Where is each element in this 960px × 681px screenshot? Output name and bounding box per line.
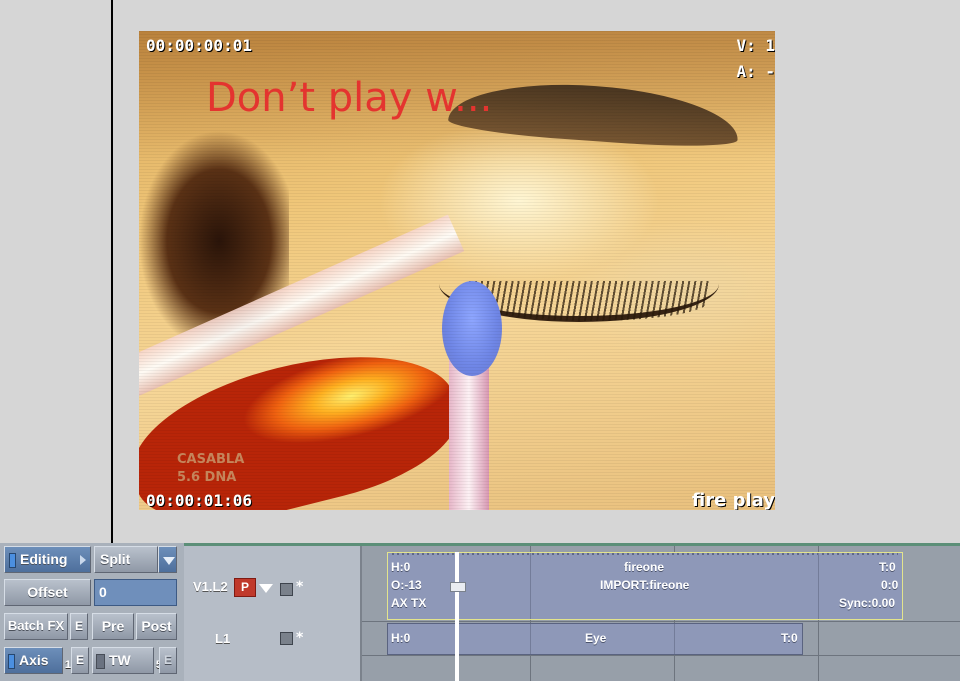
clip-divider — [674, 624, 675, 654]
offset-button[interactable]: Offset — [4, 579, 91, 606]
axis-led-icon — [8, 653, 15, 669]
clip-source: IMPORT:fireone — [600, 578, 690, 592]
video-viewer[interactable]: CASABLA 5.6 DNA Don’t play w... 00:00:00… — [139, 31, 775, 510]
timewarp-label: TW — [109, 652, 131, 668]
video-track-label[interactable]: V1.L2 — [193, 579, 228, 594]
batch-fx-label: Batch FX — [7, 618, 65, 633]
split-mode-select[interactable]: Split — [94, 546, 158, 573]
timewarp-button[interactable]: TW 5 — [92, 647, 162, 674]
timecode-bottom: 00:00:01:06 — [146, 491, 252, 510]
background-logo-line1: CASABLA — [177, 452, 245, 467]
post-button[interactable]: Post — [136, 613, 177, 640]
offset-label: Offset — [27, 584, 68, 600]
timecode-top: 00:00:00:01 — [146, 36, 252, 55]
playhead[interactable] — [455, 552, 459, 681]
chevron-right-icon — [80, 555, 86, 565]
split-label: Split — [100, 551, 131, 567]
timewarp-edit-button[interactable]: E — [159, 647, 177, 674]
clip-sync: Sync:0.00 — [839, 596, 896, 610]
editing-led-icon — [9, 552, 16, 568]
axis-label: Axis — [19, 652, 49, 668]
clip-divider — [530, 553, 531, 619]
batch-fx-edit-button[interactable]: E — [70, 613, 88, 640]
video-track-indicator: V: 1 — [736, 36, 775, 55]
offset-field[interactable]: 0 — [94, 579, 177, 606]
editing-menu-button[interactable]: Editing — [4, 546, 91, 573]
video-track-star: * — [296, 579, 304, 595]
batch-fx-button[interactable]: Batch FX — [4, 613, 68, 640]
pre-label: Pre — [101, 618, 125, 634]
video-track-toggle[interactable] — [280, 583, 293, 596]
clip-offset: O:-13 — [391, 578, 422, 592]
clip-tail-offset: 0:0 — [881, 578, 899, 592]
e-label: E — [74, 619, 83, 633]
post-label: Post — [141, 618, 172, 634]
audio-track-toggle[interactable] — [280, 632, 293, 645]
split-dropdown-button[interactable] — [158, 546, 177, 573]
background-logo-line2: 5.6 DNA — [177, 470, 237, 485]
track-header-area — [184, 546, 362, 681]
track-separator — [362, 621, 960, 622]
audio-clip-head: H:0 — [391, 631, 411, 645]
playhead-handle[interactable] — [450, 582, 466, 592]
audio-track-star: * — [296, 630, 304, 646]
axis-edit-button[interactable]: E — [71, 647, 89, 674]
audio-clip-name: Eye — [585, 631, 607, 645]
track-expand-icon[interactable] — [259, 584, 273, 593]
editing-label: Editing — [20, 551, 68, 567]
axis-button[interactable]: Axis 1 — [4, 647, 71, 674]
clip-head: H:0 — [391, 560, 411, 574]
callout-arrow-line — [111, 0, 113, 592]
background-logo: CASABLA 5.6 DNA — [177, 451, 244, 487]
clip-transition: AX TX — [391, 596, 427, 610]
e-label: E — [75, 653, 84, 667]
clip-divider — [818, 553, 819, 619]
audio-track-label[interactable]: L1 — [215, 631, 230, 646]
audio-track-indicator: A: - — [736, 62, 775, 81]
audio-clip-tail: T:0 — [781, 631, 798, 645]
clip-tail: T:0 — [879, 560, 896, 574]
clip-divider — [530, 624, 531, 654]
pre-button[interactable]: Pre — [92, 613, 134, 640]
clip-dotted-header — [392, 553, 898, 555]
priority-badge[interactable]: P — [234, 578, 256, 597]
clip-name: fireone — [624, 560, 665, 574]
burn-in-title: Don’t play w... — [206, 75, 493, 121]
timewarp-led-icon — [96, 653, 105, 669]
e-label: E — [163, 653, 172, 667]
track-separator — [362, 655, 960, 656]
corner-watermark-text: fire play — [691, 490, 775, 510]
